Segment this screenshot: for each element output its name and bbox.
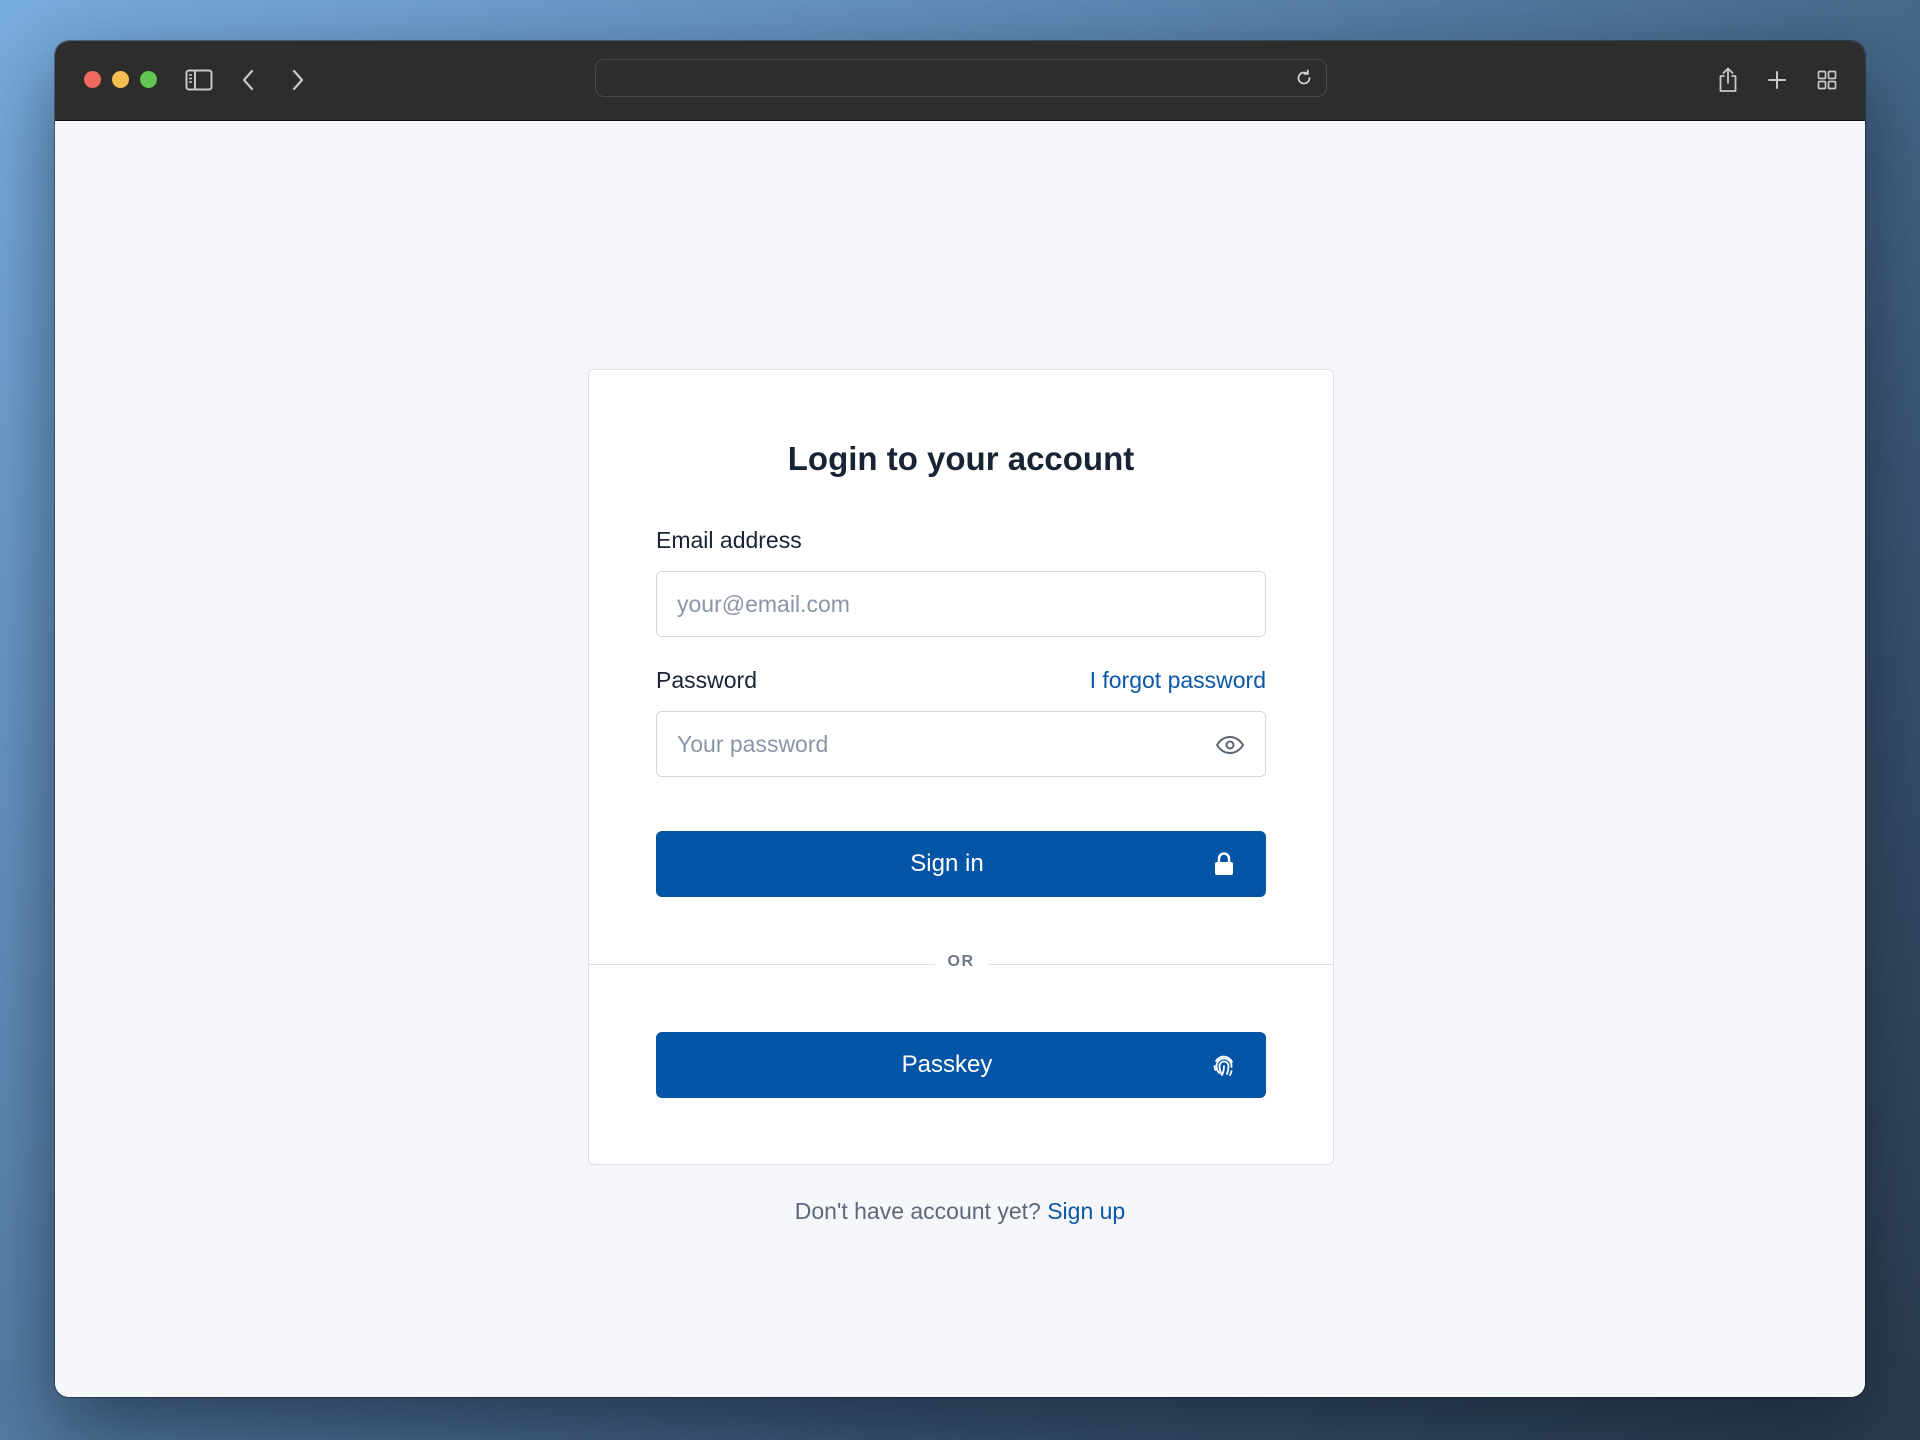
fingerprint-icon — [1210, 1051, 1238, 1079]
reload-icon[interactable] — [1288, 62, 1320, 94]
divider-or: OR — [947, 953, 975, 970]
browser-toolbar — [55, 41, 1865, 121]
address-bar[interactable] — [595, 59, 1327, 97]
page-content: Login to your account Email address Pass… — [55, 121, 1865, 1397]
zoom-window-button[interactable] — [140, 71, 157, 88]
sign-in-label: Sign in — [910, 850, 984, 877]
sign-in-button[interactable]: Sign in — [656, 831, 1266, 897]
close-window-button[interactable] — [84, 71, 101, 88]
eye-icon[interactable] — [1215, 730, 1245, 760]
chevron-right-icon[interactable] — [281, 63, 315, 97]
browser-window: Login to your account Email address Pass… — [55, 41, 1865, 1397]
sidebar-icon[interactable] — [182, 63, 216, 97]
login-card: Login to your account Email address Pass… — [588, 369, 1334, 1165]
passkey-label: Passkey — [901, 1051, 993, 1078]
password-field[interactable] — [677, 712, 1217, 776]
plus-icon[interactable] — [1760, 63, 1794, 97]
email-label: Email address — [656, 527, 802, 553]
lock-icon — [1210, 850, 1238, 878]
password-label: Password — [656, 667, 757, 693]
forgot-password-link[interactable]: I forgot password — [1090, 667, 1266, 694]
share-icon[interactable] — [1711, 63, 1745, 97]
page-title: Login to your account — [787, 440, 1135, 477]
email-field-container — [656, 571, 1266, 637]
passkey-button[interactable]: Passkey — [656, 1032, 1266, 1098]
minimize-window-button[interactable] — [112, 71, 129, 88]
chevron-left-icon[interactable] — [231, 63, 265, 97]
email-field[interactable] — [677, 572, 1217, 636]
signup-link[interactable]: Sign up — [1047, 1198, 1125, 1224]
grid-icon[interactable] — [1810, 63, 1844, 97]
signup-prompt: Don't have account yet? Sign up — [55, 1198, 1865, 1225]
password-field-container — [656, 711, 1266, 777]
signup-prompt-text: Don't have account yet? — [794, 1198, 1041, 1224]
